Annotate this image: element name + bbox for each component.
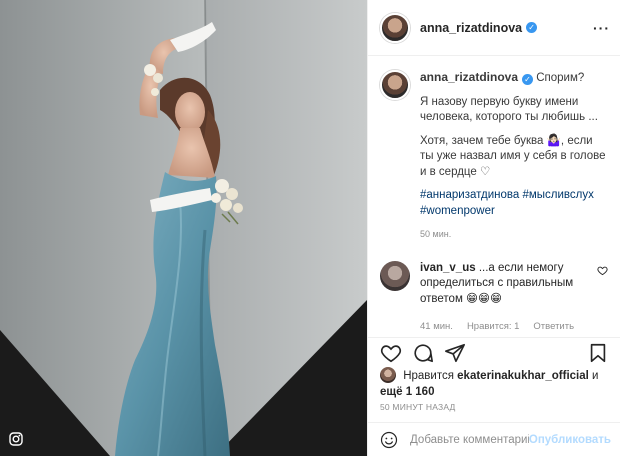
post-sidebar: anna_rizatdinova ✓ ··· anna_rizatdinova ✓…	[367, 0, 620, 456]
post-photo[interactable]	[0, 0, 367, 456]
hashtag-link[interactable]: #мысливслух	[522, 189, 593, 201]
author-username[interactable]: anna_rizatdinova	[420, 21, 522, 35]
comment-reply-button[interactable]: Ответить	[533, 319, 574, 335]
liker-username[interactable]: ekaterinakukhar_official	[457, 370, 589, 382]
comment-bubble-icon[interactable]	[412, 342, 434, 364]
post-time: 50 МИНУТ НАЗАД	[380, 402, 456, 412]
add-comment-bar: Опубликовать	[368, 422, 620, 456]
action-bar	[368, 337, 620, 367]
caption-title: Спорим?	[536, 72, 585, 84]
likes-prefix: Нравится	[403, 370, 454, 382]
likes-count-link[interactable]: ещё 1 160	[380, 386, 434, 398]
like-heart-icon[interactable]	[380, 342, 402, 364]
comment-input[interactable]	[410, 433, 529, 446]
likes-and: и	[592, 370, 599, 382]
hashtag-link[interactable]: #аннаризатдинова	[420, 189, 519, 201]
caption-avatar[interactable]	[380, 70, 410, 100]
comment-item: ivan_v_us ...а если немогу определиться …	[380, 260, 608, 335]
comment-meta: 41 мин. Нравится: 1 Ответить	[420, 319, 591, 335]
post-image	[0, 0, 367, 456]
commenter-avatar[interactable]	[380, 260, 410, 291]
hashtag-link[interactable]: #womenpower	[420, 205, 495, 217]
verified-badge-icon: ✓	[526, 22, 538, 33]
comments-section: anna_rizatdinova ✓ Спорим? Я назову перву…	[368, 56, 620, 336]
caption-username[interactable]: anna_rizatdinova	[420, 70, 518, 84]
emoji-smiley-icon[interactable]	[380, 431, 398, 449]
caption-hashtags: #аннаризатдинова #мысливслух #womenpower	[420, 188, 608, 219]
caption-time: 50 мин.	[420, 229, 452, 239]
bookmark-icon[interactable]	[587, 342, 609, 364]
likes-summary: Нравится ekaterinakukhar_official и ещё …	[380, 367, 610, 400]
comment-time: 41 мин.	[420, 321, 453, 332]
verified-badge-icon: ✓	[522, 74, 534, 85]
commenter-username[interactable]: ivan_v_us	[420, 262, 476, 274]
share-paper-plane-icon[interactable]	[444, 342, 466, 364]
comment-like-heart-icon[interactable]	[597, 265, 608, 276]
publish-button[interactable]: Опубликовать	[529, 434, 611, 446]
caption-paragraph-2: Хотя, зачем тебе буква 🤷🏻‍♀️, если ты уж…	[420, 134, 606, 178]
instagram-glyph-icon	[9, 432, 23, 446]
author-avatar[interactable]	[380, 12, 410, 43]
liker-avatar[interactable]	[380, 367, 396, 383]
caption: anna_rizatdinova ✓ Спорим? Я назову перву…	[380, 70, 608, 243]
comment-likes[interactable]: Нравится: 1	[467, 319, 519, 335]
caption-paragraph-1: Я назову первую букву имени человека, ко…	[420, 95, 598, 124]
post-header: anna_rizatdinova ✓ ···	[368, 0, 620, 56]
more-dots-icon[interactable]: ···	[593, 20, 610, 36]
